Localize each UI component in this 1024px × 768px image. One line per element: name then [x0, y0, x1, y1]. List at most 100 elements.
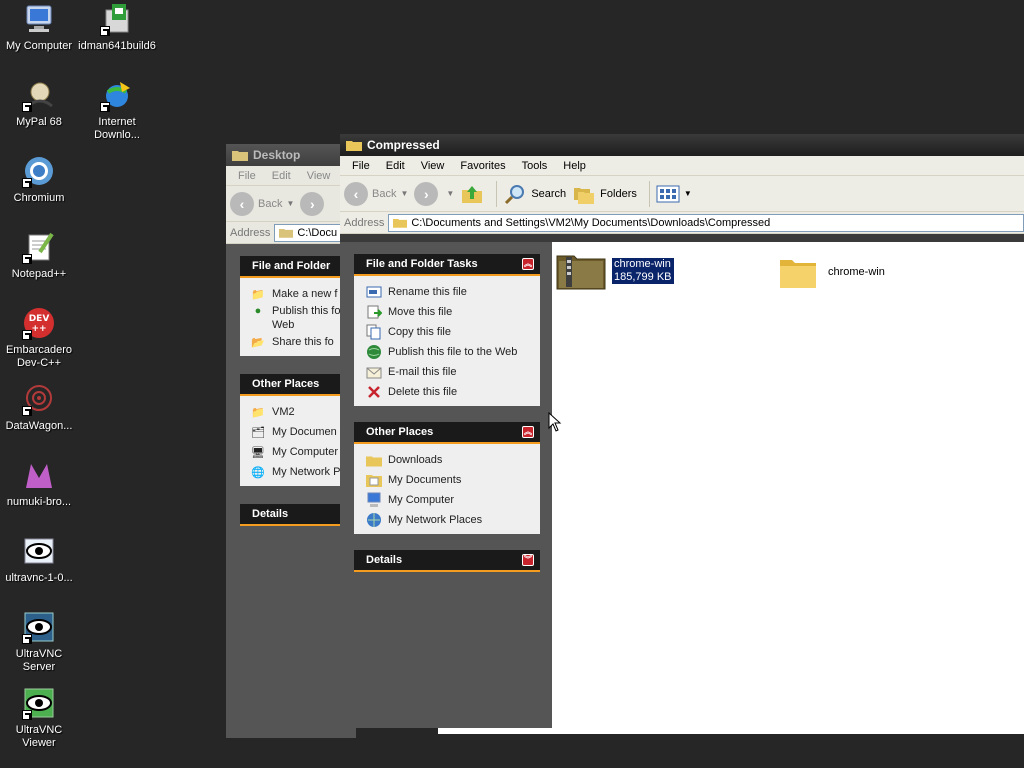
up-folder-button[interactable]: [460, 182, 484, 206]
menu-file[interactable]: File: [230, 170, 264, 182]
menu-file[interactable]: File: [344, 160, 378, 172]
file-size: 185,799 KB: [612, 271, 674, 284]
rename-icon: [366, 284, 382, 300]
chevron-down-icon: ▼: [683, 189, 692, 198]
desktop-window[interactable]: Desktop File Edit View ‹ Back ▼ › Addres…: [226, 144, 356, 738]
file-name: chrome-win: [828, 266, 885, 278]
horizontal-scrollbar[interactable]: [438, 728, 1024, 734]
compressed-window[interactable]: Compressed File Edit View Favorites Tool…: [340, 134, 1024, 728]
move-icon: [366, 304, 382, 320]
task-delete-file[interactable]: Delete this file: [366, 382, 540, 402]
task-move-file[interactable]: Move this file: [366, 302, 540, 322]
file-item-zip[interactable]: chrome-win 185,799 KB: [556, 252, 674, 290]
svg-text:DEV: DEV: [29, 314, 50, 324]
desktop-icon-notepadpp[interactable]: Notepad++: [0, 230, 78, 281]
chromium-icon: [22, 154, 56, 188]
address-bar: Address C:\Docu: [226, 222, 356, 244]
folder-icon: [232, 151, 248, 161]
panel-header[interactable]: File and Folder: [240, 256, 356, 278]
menu-favorites[interactable]: Favorites: [452, 160, 513, 172]
desktop-icon-my-computer[interactable]: My Computer: [0, 2, 78, 53]
eye-icon: [22, 610, 56, 644]
menu-view[interactable]: View: [413, 160, 453, 172]
place-downloads[interactable]: Downloads: [366, 450, 540, 470]
place-my-network[interactable]: My Network Places: [366, 510, 540, 530]
task-copy-file[interactable]: Copy this file: [366, 322, 540, 342]
desktop-icon-devcpp[interactable]: DEV ++ Embarcadero Dev-C++: [0, 306, 78, 370]
panel-header[interactable]: Details: [240, 504, 356, 526]
folder-icon: [780, 260, 816, 288]
eye-icon: [22, 686, 56, 720]
task-email-file[interactable]: E-mail this file: [366, 362, 540, 382]
globe-icon: [366, 344, 382, 360]
views-button[interactable]: ▼: [656, 184, 692, 204]
installer-icon: [100, 2, 134, 36]
task-publish-web[interactable]: Publish this file to the Web: [366, 342, 540, 362]
panel-header[interactable]: File and Folder Tasks ︽: [354, 254, 540, 276]
collapse-up-icon[interactable]: ︽: [522, 258, 534, 270]
folders-icon: [574, 187, 595, 204]
panel-header[interactable]: Other Places: [240, 374, 356, 396]
chevron-down-icon: ▼: [286, 199, 295, 208]
folders-button[interactable]: Folders: [572, 182, 637, 206]
copy-icon: [366, 324, 382, 340]
menu-help[interactable]: Help: [555, 160, 594, 172]
folder-icon: [393, 219, 408, 228]
search-icon: [505, 184, 525, 204]
toolbar: ‹ Back ▼ › ▼ Search Folders ▼: [340, 176, 1024, 212]
computer-icon: [22, 2, 56, 36]
collapse-up-icon[interactable]: ︽: [522, 426, 534, 438]
panel-header[interactable]: Other Places ︽: [354, 422, 540, 444]
menu-view[interactable]: View: [299, 170, 339, 182]
forward-arrow-icon: ›: [414, 181, 439, 206]
file-name: chrome-win: [612, 258, 674, 271]
network-icon: 🌐: [251, 466, 265, 479]
forward-button[interactable]: ›: [300, 191, 328, 216]
details-panel: Details: [240, 504, 356, 526]
expand-down-icon[interactable]: ︾: [522, 554, 534, 566]
panel-header[interactable]: Details ︾: [354, 550, 540, 572]
file-list: chrome-win 185,799 KB chrome-win: [548, 242, 1024, 728]
address-input[interactable]: C:\Documents and Settings\VM2\My Documen…: [388, 213, 1024, 232]
file-item-folder[interactable]: chrome-win: [778, 254, 885, 290]
idm-globe-icon: [100, 78, 134, 112]
forward-button[interactable]: › ▼: [414, 181, 455, 206]
svg-text:++: ++: [31, 324, 46, 334]
menu-bar: File Edit View: [226, 166, 356, 186]
desktop-icon-internet-download[interactable]: Internet Downlo...: [78, 78, 156, 142]
place-my-computer[interactable]: My Computer: [366, 490, 540, 510]
folder-icon: [346, 141, 362, 151]
chevron-down-icon: ▼: [400, 189, 409, 198]
place-my-documents[interactable]: My Documents: [366, 470, 540, 490]
desktop-icon-ultravnc-viewer[interactable]: UltraVNC Viewer: [0, 686, 78, 750]
task-rename-file[interactable]: Rename this file: [366, 282, 540, 302]
menu-edit[interactable]: Edit: [378, 160, 413, 172]
back-button[interactable]: ‹ Back ▼: [230, 191, 295, 216]
back-arrow-icon: ‹: [230, 191, 254, 216]
delete-icon: [366, 384, 382, 400]
network-icon: [366, 512, 382, 528]
menu-edit[interactable]: Edit: [264, 170, 299, 182]
window-title: Desktop: [253, 148, 301, 162]
back-button[interactable]: ‹ Back ▼: [344, 181, 409, 206]
task-pane: File and Folder 📁 Make a new f ● Publish t…: [226, 244, 356, 738]
mouse-cursor-icon: [548, 412, 562, 432]
desktop-icon-idman[interactable]: idman641build6: [78, 2, 156, 53]
menu-tools[interactable]: Tools: [514, 160, 556, 172]
documents-icon: 🗂: [251, 426, 265, 439]
chevron-down-icon: ▼: [446, 189, 455, 198]
mypal-icon: [22, 78, 56, 112]
details-panel: Details ︾: [354, 550, 540, 572]
desktop-icon-ultravnc-server[interactable]: UltraVNC Server: [0, 610, 78, 674]
other-places-panel: Other Places 📁 VM2 🗂 My Documen 🖥 My Comput…: [240, 374, 356, 486]
new-folder-icon: 📁: [251, 288, 265, 301]
desktop-icon-ultravnc-installer[interactable]: ultravnc-1-0...: [0, 534, 78, 585]
desktop-icon-chromium[interactable]: Chromium: [0, 154, 78, 205]
compressed-window-titlebar[interactable]: Compressed: [340, 134, 1024, 156]
search-button[interactable]: Search: [503, 182, 566, 206]
desktop-icon-mypal[interactable]: MyPal 68: [0, 78, 78, 129]
desktop-icon-numuki[interactable]: numuki-bro...: [0, 458, 78, 509]
desktop-window-titlebar[interactable]: Desktop: [226, 144, 356, 166]
desktop-icon-datawagon[interactable]: DataWagon...: [0, 382, 78, 433]
window-title: Compressed: [367, 138, 440, 152]
